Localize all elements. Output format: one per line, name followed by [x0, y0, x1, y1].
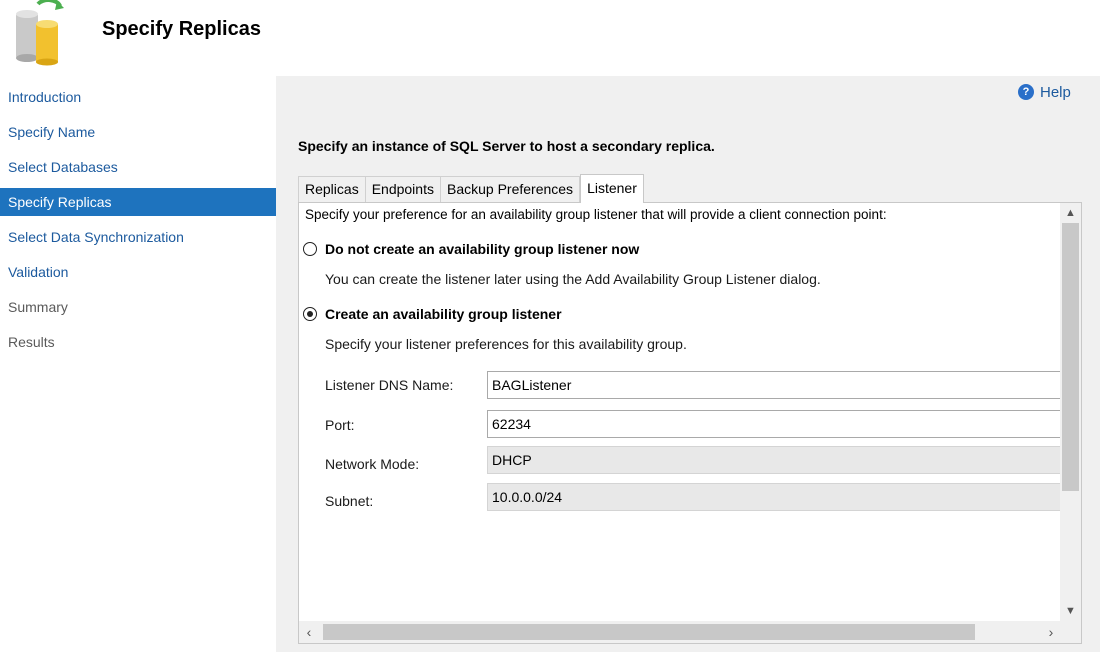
network-mode-field: DHCP: [487, 446, 1061, 474]
radio-create-listener-description: Specify your listener preferences for th…: [325, 336, 687, 352]
scroll-up-icon[interactable]: ▲: [1060, 203, 1081, 223]
tab-backup-preferences[interactable]: Backup Preferences: [440, 176, 581, 202]
sidebar-item-specify-name[interactable]: Specify Name: [0, 118, 276, 146]
vertical-scroll-thumb[interactable]: [1062, 223, 1079, 491]
scroll-right-icon[interactable]: ›: [1041, 621, 1061, 643]
wizard-main: ? Help Specify an instance of SQL Server…: [276, 76, 1100, 652]
scroll-left-icon[interactable]: ‹: [299, 621, 319, 643]
sidebar-item-summary: Summary: [8, 299, 68, 315]
sidebar-item-validation[interactable]: Validation: [0, 258, 276, 286]
help-icon: ?: [1018, 84, 1034, 100]
listener-panel: Specify your preference for an availabil…: [298, 202, 1082, 644]
tab-listener[interactable]: Listener: [580, 174, 644, 203]
horizontal-scroll-thumb[interactable]: [323, 624, 975, 640]
scroll-down-icon[interactable]: ▼: [1060, 601, 1081, 621]
dns-name-input[interactable]: BAGListener: [487, 371, 1061, 399]
radio-no-listener[interactable]: Do not create an availability group list…: [303, 241, 639, 257]
instruction-text: Specify an instance of SQL Server to hos…: [298, 138, 715, 154]
sidebar-item-select-data-synchronization[interactable]: Select Data Synchronization: [0, 223, 276, 251]
radio-create-listener[interactable]: Create an availability group listener: [303, 306, 562, 322]
wizard-sidebar: Introduction Specify Name Select Databas…: [0, 76, 276, 652]
radio-create-listener-label: Create an availability group listener: [325, 306, 562, 322]
subnet-field: 10.0.0.0/24: [487, 483, 1061, 511]
radio-no-listener-indicator[interactable]: [303, 242, 317, 256]
horizontal-scrollbar[interactable]: ‹ ›: [299, 621, 1061, 643]
wizard-header: Specify Replicas: [0, 0, 1100, 76]
dns-name-label: Listener DNS Name:: [325, 377, 454, 393]
page-title: Specify Replicas: [102, 18, 261, 40]
tab-strip: Replicas Endpoints Backup Preferences Li…: [298, 174, 644, 203]
port-label: Port:: [325, 417, 355, 433]
help-link[interactable]: ? Help: [1018, 82, 1071, 102]
scrollbar-corner: [1060, 621, 1081, 643]
radio-create-listener-indicator[interactable]: [303, 307, 317, 321]
vertical-scrollbar[interactable]: ▲ ▼: [1060, 203, 1081, 621]
listener-panel-content: Specify your preference for an availabil…: [299, 203, 1061, 621]
network-mode-label: Network Mode:: [325, 456, 420, 472]
tab-replicas[interactable]: Replicas: [298, 176, 366, 202]
sidebar-item-introduction[interactable]: Introduction: [0, 83, 276, 111]
subnet-label: Subnet:: [325, 493, 374, 509]
radio-no-listener-description: You can create the listener later using …: [325, 271, 821, 287]
help-label: Help: [1040, 83, 1071, 101]
sidebar-item-select-databases[interactable]: Select Databases: [0, 153, 276, 181]
sidebar-item-specify-replicas[interactable]: Specify Replicas: [0, 188, 276, 216]
database-replica-icon: [16, 0, 64, 66]
tab-endpoints[interactable]: Endpoints: [365, 176, 441, 202]
sidebar-item-results: Results: [8, 334, 55, 350]
listener-intro-text: Specify your preference for an availabil…: [305, 207, 887, 222]
port-input[interactable]: 62234: [487, 410, 1061, 438]
radio-no-listener-label: Do not create an availability group list…: [325, 241, 640, 257]
